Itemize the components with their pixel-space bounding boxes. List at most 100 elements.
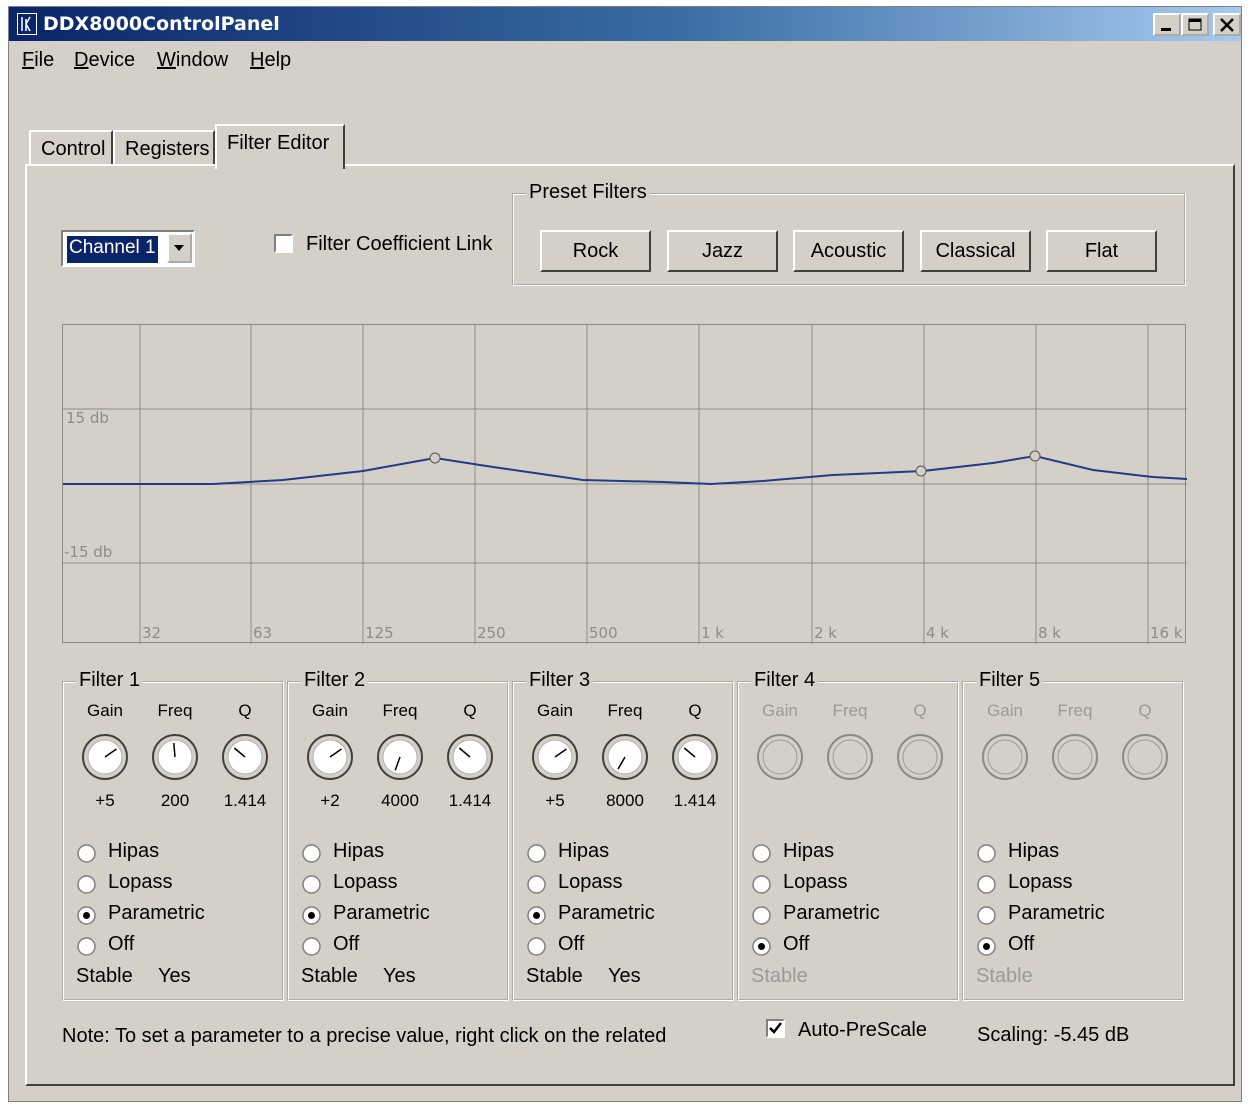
gain-knob[interactable] bbox=[306, 733, 354, 781]
maximize-button[interactable] bbox=[1181, 13, 1209, 36]
filter-type-radio[interactable] bbox=[527, 844, 546, 863]
filter-type-radio[interactable] bbox=[77, 844, 96, 863]
dropdown-button[interactable] bbox=[167, 233, 192, 263]
close-button[interactable] bbox=[1213, 13, 1241, 36]
filter-1-handle[interactable] bbox=[429, 452, 441, 464]
tab-control[interactable]: Control bbox=[29, 130, 113, 166]
freq-value: 200 bbox=[160, 791, 190, 810]
filter-type-label: Lopass bbox=[558, 871, 623, 893]
stable-label: Stable bbox=[751, 965, 808, 987]
knob-label: Gain bbox=[312, 701, 348, 720]
stable-value: Yes bbox=[608, 965, 641, 987]
tab-filter-editor[interactable]: Filter Editor bbox=[215, 124, 345, 169]
filter-title: Filter 3 bbox=[526, 669, 594, 692]
freq-knob[interactable] bbox=[601, 733, 649, 781]
filter-type-radio[interactable] bbox=[527, 937, 546, 956]
q-value: 1.414 bbox=[448, 791, 492, 810]
minimize-button[interactable] bbox=[1153, 13, 1181, 36]
filter-type-radio[interactable] bbox=[77, 875, 96, 894]
app-window: DDX8000ControlPanel File Device Window H… bbox=[8, 6, 1242, 1102]
window-title: DDX8000ControlPanel bbox=[43, 13, 280, 35]
filter-type-radio[interactable] bbox=[977, 844, 996, 863]
filter-type-radio[interactable] bbox=[527, 875, 546, 894]
filter-type-radio[interactable] bbox=[77, 937, 96, 956]
q-value: 1.414 bbox=[673, 791, 717, 810]
filter-type-label: Off bbox=[783, 933, 810, 955]
filter-type-radio[interactable] bbox=[302, 906, 321, 925]
filter-type-radio[interactable] bbox=[977, 875, 996, 894]
frequency-response-plot: 15 db -15 db 32 63 125 250 500 1 k 2 k 4… bbox=[63, 325, 1187, 644]
filter-type-radio[interactable] bbox=[77, 906, 96, 925]
filter-type-label: Parametric bbox=[333, 902, 430, 924]
title-bar[interactable]: DDX8000ControlPanel bbox=[9, 7, 1241, 41]
filter-2-handle[interactable] bbox=[915, 465, 927, 477]
filter-type-radio[interactable] bbox=[977, 937, 996, 956]
filter-type-radio[interactable] bbox=[752, 844, 771, 863]
freq-knob[interactable] bbox=[151, 733, 199, 781]
channel-select-value: Channel 1 bbox=[66, 235, 159, 264]
preset-acoustic-button[interactable]: Acoustic bbox=[793, 230, 904, 272]
stable-label: Stable bbox=[76, 965, 133, 987]
coefficient-link-checkbox[interactable] bbox=[274, 234, 293, 253]
auto-prescale-label: Auto-PreScale bbox=[798, 1019, 927, 1041]
x-label: 4 k bbox=[926, 624, 949, 642]
filter-type-label: Off bbox=[108, 933, 135, 955]
knob-label: Gain bbox=[762, 701, 798, 720]
filter-type-label: Lopass bbox=[108, 871, 173, 893]
filter-type-label: Off bbox=[558, 933, 585, 955]
stable-label: Stable bbox=[301, 965, 358, 987]
filter-type-radio[interactable] bbox=[302, 875, 321, 894]
menu-window[interactable]: Window bbox=[157, 49, 228, 72]
knob-label: Q bbox=[688, 701, 702, 720]
x-label: 32 bbox=[142, 624, 161, 642]
filter-type-label: Lopass bbox=[1008, 871, 1073, 893]
menu-help[interactable]: Help bbox=[250, 49, 291, 72]
filter-type-label: Off bbox=[333, 933, 360, 955]
gain-knob[interactable] bbox=[81, 733, 129, 781]
frequency-response-graph[interactable]: 15 db -15 db 32 63 125 250 500 1 k 2 k 4… bbox=[62, 324, 1187, 644]
knob-label: Q bbox=[913, 701, 927, 720]
filter-type-radio[interactable] bbox=[752, 875, 771, 894]
filter-type-label: Parametric bbox=[558, 902, 655, 924]
knob-label: Freq bbox=[832, 701, 868, 720]
q-knob[interactable] bbox=[221, 733, 269, 781]
y-label-top: 15 db bbox=[66, 409, 109, 427]
filter-type-radio[interactable] bbox=[527, 906, 546, 925]
tab-registers[interactable]: Registers bbox=[113, 130, 215, 166]
gain-value: +5 bbox=[545, 791, 565, 810]
filter-type-label: Lopass bbox=[783, 871, 848, 893]
q-knob bbox=[897, 734, 943, 780]
menu-file[interactable]: File bbox=[22, 49, 54, 72]
preset-classical-button[interactable]: Classical bbox=[920, 230, 1031, 272]
x-label: 250 bbox=[477, 624, 506, 642]
knob-label: Freq bbox=[1057, 701, 1093, 720]
filter-type-radio[interactable] bbox=[302, 844, 321, 863]
filter-type-radio[interactable] bbox=[752, 906, 771, 925]
q-knob[interactable] bbox=[446, 733, 494, 781]
menu-device[interactable]: Device bbox=[74, 49, 135, 72]
response-curve bbox=[63, 454, 1187, 486]
auto-prescale-checkbox[interactable] bbox=[766, 1019, 785, 1038]
filter-title: Filter 4 bbox=[751, 669, 819, 692]
filter-type-label: Lopass bbox=[333, 871, 398, 893]
filter-3-handle[interactable] bbox=[1029, 450, 1041, 462]
q-knob[interactable] bbox=[671, 733, 719, 781]
gain-knob[interactable] bbox=[531, 733, 579, 781]
preset-filters-title: Preset Filters bbox=[526, 181, 650, 204]
preset-rock-button[interactable]: Rock bbox=[540, 230, 651, 272]
freq-knob[interactable] bbox=[376, 733, 424, 781]
filter-type-radio[interactable] bbox=[302, 937, 321, 956]
preset-flat-button[interactable]: Flat bbox=[1046, 230, 1157, 272]
stable-value: Yes bbox=[158, 965, 191, 987]
knob-label: Freq bbox=[382, 701, 418, 720]
precision-note: Note: To set a parameter to a precise va… bbox=[62, 1025, 667, 1047]
close-icon bbox=[1220, 18, 1234, 32]
filter-type-radio[interactable] bbox=[977, 906, 996, 925]
filter-type-radio[interactable] bbox=[752, 937, 771, 956]
knob-label: Q bbox=[1138, 701, 1152, 720]
x-label: 63 bbox=[253, 624, 272, 642]
scaling-value: Scaling: -5.45 dB bbox=[977, 1024, 1130, 1046]
coefficient-link-label: Filter Coefficient Link bbox=[306, 233, 493, 255]
channel-select[interactable]: Channel 1 bbox=[61, 230, 195, 267]
preset-jazz-button[interactable]: Jazz bbox=[667, 230, 778, 272]
